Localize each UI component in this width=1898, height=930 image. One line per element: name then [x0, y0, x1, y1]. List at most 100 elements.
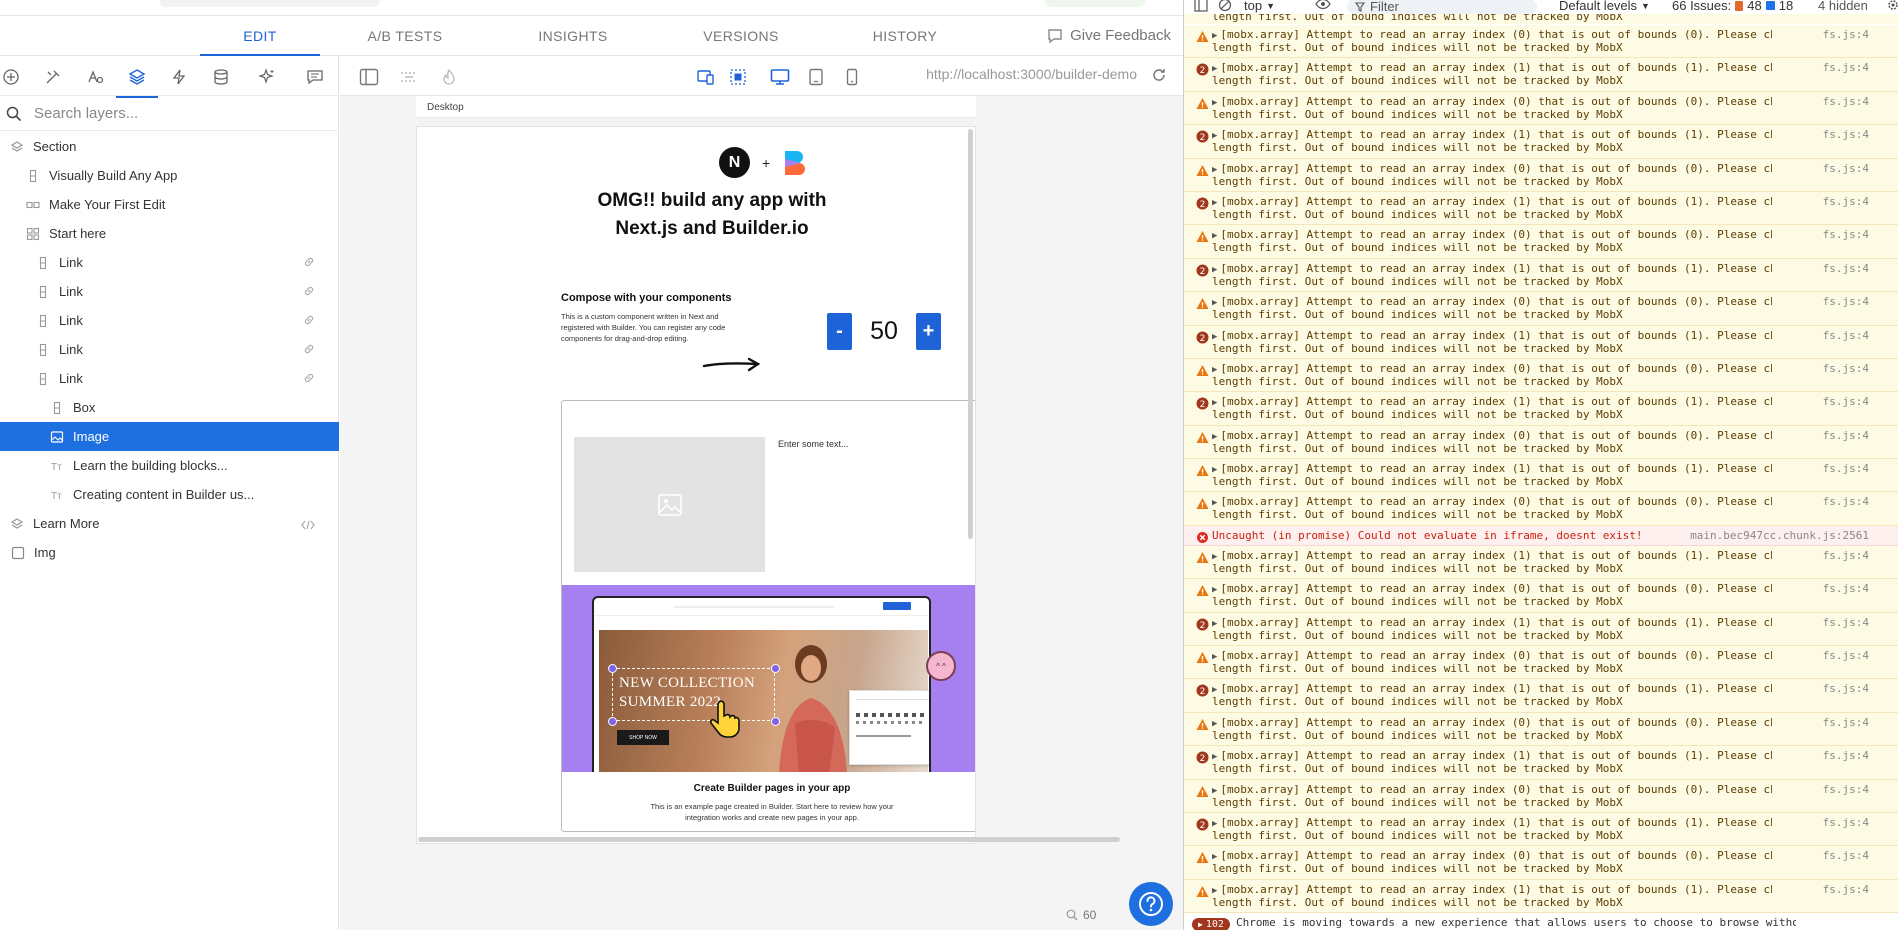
- link-icon[interactable]: [303, 372, 315, 387]
- console-warning-row[interactable]: 2 ▶ [mobx.array] Attempt to read an array …: [1184, 746, 1898, 780]
- console-warning-row[interactable]: ▶ [mobx.array] Attempt to read an array i…: [1184, 779, 1898, 813]
- source-link[interactable]: main.bec947cc.chunk.js:2561: [1690, 529, 1869, 542]
- expand-caret-icon[interactable]: ▶: [1212, 465, 1217, 475]
- eye-icon[interactable]: [1315, 0, 1331, 10]
- sparkle-icon[interactable]: [254, 64, 280, 90]
- source-link[interactable]: fs.js:4: [1823, 750, 1869, 762]
- console-warning-row[interactable]: ▶ [mobx.array] Attempt to read an array i…: [1184, 579, 1898, 613]
- layer-item-link[interactable]: Link: [0, 248, 339, 277]
- console-warning-row[interactable]: ▶ [mobx.array] Attempt to read an array i…: [1184, 712, 1898, 747]
- zoom-indicator[interactable]: 60: [1066, 908, 1096, 922]
- source-link[interactable]: fs.js:4: [1823, 296, 1869, 308]
- source-link[interactable]: fs.js:4: [1823, 262, 1869, 275]
- source-link[interactable]: fs.js:4: [1823, 683, 1869, 695]
- add-icon[interactable]: [0, 64, 24, 90]
- expand-caret-icon[interactable]: ▶: [1212, 131, 1217, 141]
- expand-caret-icon[interactable]: ▶: [1212, 31, 1217, 41]
- builder-card[interactable]: Enter some text... NEW COLLECTION SUMMER…: [561, 400, 975, 832]
- expand-caret-icon[interactable]: ▶: [1212, 852, 1217, 862]
- console-warning-row[interactable]: ▶ [mobx.array] Attempt to read an array i…: [1184, 846, 1898, 880]
- help-button[interactable]: [1129, 882, 1173, 926]
- source-link[interactable]: fs.js:4: [1823, 129, 1869, 141]
- database-icon[interactable]: [208, 64, 234, 90]
- layer-item-link[interactable]: Link: [0, 335, 339, 364]
- console-warning-row[interactable]: 2 ▶ [mobx.array] Attempt to read an array …: [1184, 812, 1898, 847]
- desktop-icon[interactable]: [769, 66, 791, 88]
- style-icon[interactable]: [82, 64, 108, 90]
- source-link[interactable]: fs.js:4: [1823, 716, 1869, 729]
- tools-icon[interactable]: [40, 64, 66, 90]
- increment-button[interactable]: +: [916, 313, 941, 350]
- console-grouped-row[interactable]: ▶ 102 Chrome is moving towards a new exper…: [1184, 913, 1898, 930]
- source-link[interactable]: fs.js:4: [1823, 162, 1869, 175]
- layer-item-link[interactable]: Link: [0, 364, 339, 393]
- source-link[interactable]: fs.js:4: [1823, 616, 1869, 629]
- responsive-icon[interactable]: [695, 66, 717, 88]
- levels-select[interactable]: Default levels ▼: [1559, 0, 1650, 13]
- layer-item-visually-build-any-app[interactable]: Visually Build Any App: [0, 161, 339, 190]
- settings-gear-icon[interactable]: [1886, 0, 1898, 12]
- expand-caret-icon[interactable]: ▶: [1212, 231, 1217, 241]
- tab-ab-tests[interactable]: A/B TESTS: [345, 16, 465, 56]
- source-link[interactable]: fs.js:4: [1823, 362, 1869, 375]
- expand-caret-icon[interactable]: ▶: [1212, 685, 1217, 695]
- decrement-button[interactable]: -: [827, 313, 852, 350]
- mobile-icon[interactable]: [841, 66, 863, 88]
- layer-item-make-your-first-edit[interactable]: Make Your First Edit: [0, 190, 339, 219]
- source-link[interactable]: fs.js:4: [1823, 95, 1869, 108]
- source-link[interactable]: fs.js:4: [1823, 463, 1869, 475]
- vertical-scrollbar[interactable]: [968, 129, 973, 539]
- console-warning-row[interactable]: ▶ [mobx.array] Attempt to read an array i…: [1184, 459, 1898, 493]
- tablet-icon[interactable]: [805, 66, 827, 88]
- layer-item-box[interactable]: Box: [0, 393, 339, 422]
- console-warning-row[interactable]: ▶ [mobx.array] Attempt to read an array i…: [1184, 25, 1898, 59]
- tab-insights[interactable]: INSIGHTS: [513, 16, 633, 56]
- expand-caret-icon[interactable]: ▶: [1212, 652, 1217, 662]
- link-icon[interactable]: [303, 314, 315, 329]
- expand-caret-icon[interactable]: ▶: [1212, 198, 1217, 208]
- layer-item-creating-content-in-builder-us[interactable]: Tт Creating content in Builder us...: [0, 480, 339, 509]
- source-link[interactable]: fs.js:4: [1823, 229, 1869, 241]
- source-link[interactable]: fs.js:4: [1823, 583, 1869, 595]
- source-link[interactable]: fs.js:4: [1823, 850, 1869, 862]
- console-warning-row[interactable]: ▶ [mobx.array] Attempt to read an array i…: [1184, 292, 1898, 326]
- tab-versions[interactable]: VERSIONS: [681, 16, 801, 56]
- expand-caret-icon[interactable]: ▶: [1212, 886, 1217, 896]
- layer-item-img[interactable]: Img: [0, 538, 339, 567]
- source-link[interactable]: fs.js:4: [1823, 429, 1869, 442]
- source-link[interactable]: fs.js:4: [1823, 783, 1869, 796]
- console-warning-row[interactable]: 2 ▶ [mobx.array] Attempt to read an array …: [1184, 58, 1898, 92]
- source-link[interactable]: fs.js:4: [1823, 29, 1869, 41]
- layer-item-learn-more[interactable]: Learn More: [0, 509, 339, 538]
- console-warning-row[interactable]: ▶ [mobx.array] Attempt to read an array i…: [1184, 646, 1898, 680]
- source-link[interactable]: fs.js:4: [1823, 195, 1869, 208]
- expand-caret-icon[interactable]: ▶: [1212, 332, 1217, 342]
- sidebar-toggle-icon[interactable]: [1194, 0, 1208, 12]
- sidebar-toggle-icon[interactable]: [358, 66, 380, 88]
- source-link[interactable]: fs.js:4: [1823, 496, 1869, 508]
- console-warning-row[interactable]: ▶ [mobx.array] Attempt to read an array i…: [1184, 492, 1898, 526]
- image-placeholder[interactable]: [574, 437, 765, 572]
- spacing-icon[interactable]: [398, 66, 420, 88]
- console-warning-row[interactable]: ▶ [mobx.array] Attempt to read an array i…: [1184, 358, 1898, 393]
- preview-url[interactable]: http://localhost:3000/builder-demo: [926, 66, 1137, 82]
- tab-edit[interactable]: EDIT: [200, 16, 320, 56]
- flame-icon[interactable]: [438, 66, 460, 88]
- expand-caret-icon[interactable]: ▶: [1212, 398, 1217, 408]
- expand-caret-icon[interactable]: ▶: [1212, 64, 1217, 74]
- expand-caret-icon[interactable]: ▶: [1212, 365, 1217, 375]
- give-feedback-button[interactable]: Give Feedback: [1046, 16, 1171, 56]
- console-warning-row[interactable]: ▶ [mobx.array] Attempt to read an array i…: [1184, 879, 1898, 914]
- console-warning-row[interactable]: ▶ [mobx.array] Attempt to read an array i…: [1184, 545, 1898, 580]
- source-link[interactable]: fs.js:4: [1823, 329, 1869, 342]
- expand-caret-icon[interactable]: ▶: [1212, 619, 1217, 629]
- link-icon[interactable]: [303, 285, 315, 300]
- source-link[interactable]: fs.js:4: [1823, 396, 1869, 408]
- expand-caret-icon[interactable]: ▶: [1212, 719, 1217, 729]
- link-icon[interactable]: [303, 256, 315, 271]
- console-warning-row[interactable]: ▶ [mobx.array] Attempt to read an array i…: [1184, 158, 1898, 192]
- expand-caret-icon[interactable]: ▶: [1212, 432, 1217, 442]
- expand-caret-icon[interactable]: ▶: [1212, 819, 1217, 829]
- expand-caret-icon[interactable]: ▶: [1212, 265, 1217, 275]
- select-frame-icon[interactable]: [727, 66, 749, 88]
